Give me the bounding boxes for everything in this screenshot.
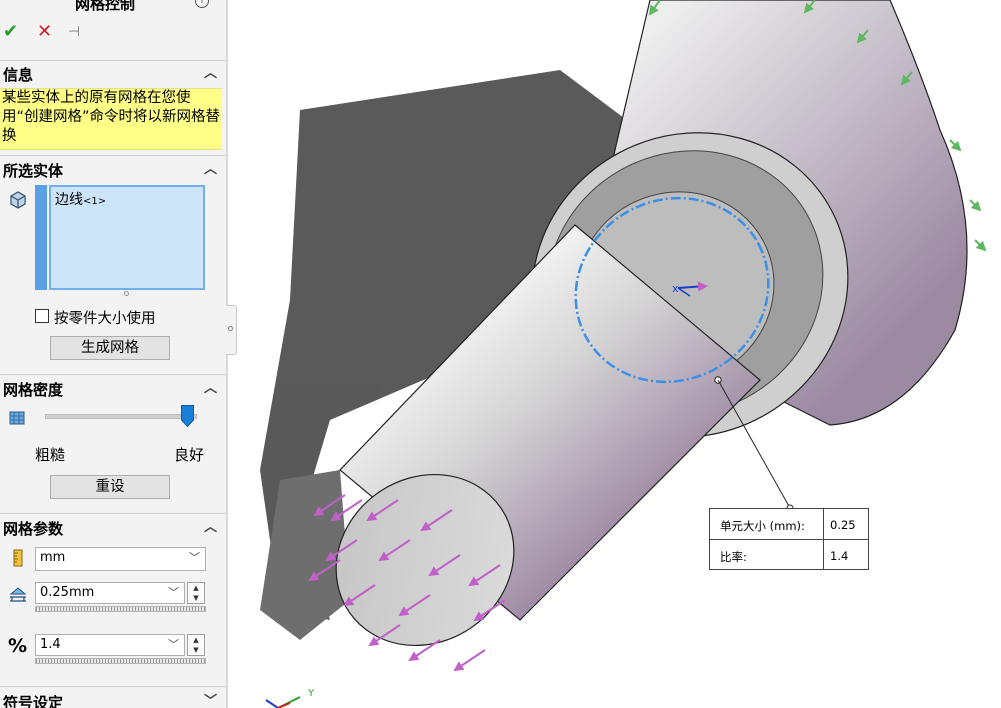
- ratio-value: 1.4: [40, 637, 61, 652]
- section-header-symbol-settings[interactable]: 符号设定 ﹀: [0, 690, 226, 708]
- panel-title: 网格控制: [74, 0, 135, 13]
- element-size-callout-value: 0.25: [830, 518, 856, 532]
- use-part-size-checkbox[interactable]: [35, 309, 49, 323]
- unit-value: mm: [40, 550, 66, 565]
- chevron-up-icon[interactable]: ︿: [204, 62, 217, 81]
- section-title: 信息: [3, 66, 34, 84]
- chevron-down-icon[interactable]: ﹀: [168, 583, 179, 603]
- selected-entities-list[interactable]: 边线<1>: [49, 185, 205, 290]
- chevron-up-icon[interactable]: ︿: [204, 158, 217, 177]
- mesh-density-icon: [9, 411, 25, 425]
- ratio-spinner[interactable]: ▲ ▼: [187, 634, 205, 656]
- ratio-input[interactable]: 1.4 ﹀: [35, 634, 185, 656]
- chevron-down-icon[interactable]: ﹀: [204, 690, 217, 708]
- entity-name: 边线: [55, 192, 83, 208]
- info-message: 某些实体上的原有网格在您使用“创建网格”命令时将以新网格替换: [0, 88, 222, 150]
- use-part-size-label: 按零件大小使用: [54, 311, 156, 327]
- spin-down-icon[interactable]: ▼: [188, 645, 204, 655]
- create-mesh-button[interactable]: 生成网格: [50, 336, 170, 360]
- unit-select[interactable]: mm ﹀: [35, 547, 206, 571]
- section-title: 所选实体: [3, 162, 64, 180]
- ratio-thumbwheel[interactable]: [35, 658, 206, 664]
- cancel-icon[interactable]: ✕: [37, 22, 52, 42]
- svg-text:x: x: [672, 282, 679, 295]
- section-header-selected-entities[interactable]: 所选实体 ︿: [0, 158, 226, 180]
- ratio-label: 比率:: [720, 550, 747, 564]
- fine-label: 良好: [174, 446, 205, 464]
- element-size-icon: [9, 587, 27, 602]
- section-header-mesh-density[interactable]: 网格密度 ︿: [0, 377, 226, 399]
- section-header-info[interactable]: 信息 ︿: [0, 62, 226, 84]
- entity-index: <1>: [83, 196, 107, 207]
- section-title: 网格参数: [3, 520, 64, 538]
- element-size-thumbwheel[interactable]: [35, 606, 206, 612]
- ok-icon[interactable]: ✔: [3, 22, 18, 42]
- divider: [0, 155, 226, 156]
- graphics-viewport[interactable]: x: [228, 0, 1001, 708]
- chevron-up-icon[interactable]: ︿: [204, 516, 217, 535]
- list-item[interactable]: 边线<1>: [55, 189, 106, 209]
- coarse-label: 粗糙: [35, 446, 66, 464]
- chevron-up-icon[interactable]: ︿: [204, 377, 217, 396]
- section-title: 网格密度: [3, 381, 64, 399]
- section-title: 符号设定: [3, 694, 64, 708]
- list-resize-handle[interactable]: [124, 291, 129, 296]
- spin-up-icon[interactable]: ▲: [188, 583, 204, 593]
- chevron-down-icon[interactable]: ﹀: [189, 548, 200, 568]
- solid-body-icon: [10, 191, 26, 209]
- element-size-label: 单元大小 (mm):: [720, 519, 805, 533]
- chevron-down-icon[interactable]: ﹀: [168, 635, 179, 655]
- ratio-callout-value: 1.4: [830, 549, 849, 563]
- divider: [0, 60, 226, 61]
- section-header-mesh-parameters[interactable]: 网格参数 ︿: [0, 516, 226, 538]
- divider: [0, 686, 226, 687]
- divider: [0, 374, 226, 375]
- element-size-input[interactable]: 0.25mm ﹀: [35, 582, 185, 604]
- ruler-unit-icon: [13, 549, 23, 567]
- element-size-value: 0.25mm: [40, 585, 95, 600]
- property-manager: 网格控制 i ✔ ✕ ⊣ 信息 ︿ 某些实体上的原有网格在您使用“创建网格”命令…: [0, 0, 226, 708]
- reset-button[interactable]: 重设: [50, 475, 170, 499]
- view-triad-icon[interactable]: [265, 696, 301, 708]
- spin-up-icon[interactable]: ▲: [188, 635, 204, 645]
- spin-down-icon[interactable]: ▼: [188, 593, 204, 603]
- selection-focus-bar: [35, 185, 47, 290]
- ratio-icon: %: [8, 635, 28, 657]
- mesh-size-callout[interactable]: 单元大小 (mm): 0.25 比率: 1.4: [709, 508, 869, 570]
- element-size-spinner[interactable]: ▲ ▼: [187, 582, 205, 604]
- triad-y-label: Y: [308, 688, 315, 699]
- pin-icon[interactable]: ⊣: [68, 22, 80, 42]
- divider: [0, 513, 226, 514]
- density-slider-track[interactable]: [45, 414, 197, 419]
- density-slider-thumb[interactable]: [181, 405, 194, 427]
